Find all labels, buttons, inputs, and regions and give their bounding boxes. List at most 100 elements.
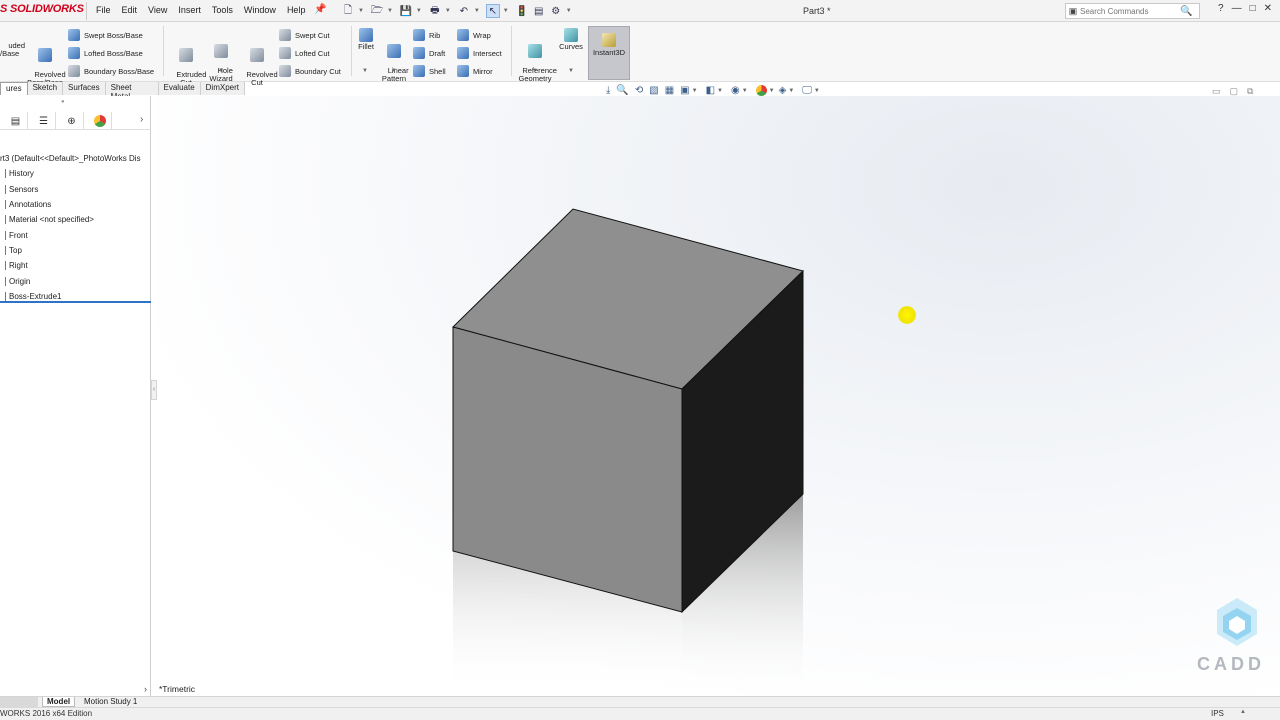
boundary-cut-button[interactable]: Boundary Cut: [279, 65, 341, 77]
cube-model[interactable]: [157, 96, 1280, 696]
shell-button[interactable]: Shell: [413, 65, 446, 77]
display-style-dropdown-icon[interactable]: ▼: [717, 88, 723, 94]
tab-evaluate[interactable]: Evaluate: [158, 82, 201, 95]
menu-insert[interactable]: Insert: [178, 5, 201, 17]
expand-arrow-icon[interactable]: ›: [144, 684, 147, 694]
undo-icon[interactable]: ↶: [457, 4, 471, 18]
menu-window[interactable]: Window: [244, 5, 276, 17]
rib-button[interactable]: Rib: [413, 29, 440, 41]
edit-appearance-icon[interactable]: [755, 85, 767, 96]
panel-splitter-icon[interactable]: ●: [61, 99, 65, 105]
tab-features[interactable]: ures: [0, 82, 28, 95]
zoom-to-fit-icon[interactable]: ⤓: [606, 85, 610, 96]
fillet-button[interactable]: Fillet: [354, 28, 378, 51]
mirror-button[interactable]: Mirror: [457, 65, 493, 77]
lofted-cut-button[interactable]: Lofted Cut: [279, 47, 330, 59]
open-folder-icon[interactable]: 🗁: [370, 4, 384, 18]
dynamic-annotation-icon[interactable]: ▦: [665, 85, 674, 96]
tree-item-sensors[interactable]: Sensors: [0, 182, 151, 197]
open-dropdown-icon[interactable]: ▼: [387, 8, 393, 14]
wrap-button[interactable]: Wrap: [457, 29, 491, 41]
rollback-bar[interactable]: [0, 301, 151, 303]
linear-pattern-dropdown-icon[interactable]: ▼: [391, 68, 397, 74]
tab-surfaces[interactable]: Surfaces: [63, 82, 106, 95]
property-manager-tab-icon[interactable]: ☰: [32, 112, 56, 130]
viewport-restore-icon[interactable]: ▢: [1230, 86, 1239, 97]
tabs-more-icon[interactable]: ›: [140, 114, 143, 125]
menu-view[interactable]: View: [148, 5, 167, 17]
select-dropdown-icon[interactable]: ▼: [503, 8, 509, 14]
instant3d-button[interactable]: Instant3D: [588, 26, 630, 80]
print-dropdown-icon[interactable]: ▼: [445, 8, 451, 14]
draft-button[interactable]: Draft: [413, 47, 445, 59]
boundary-boss-button[interactable]: Boundary Boss/Base: [68, 65, 154, 77]
view-settings-dropdown-icon[interactable]: ▼: [814, 88, 820, 94]
curves-button[interactable]: Curves: [556, 28, 586, 51]
configuration-manager-tab-icon[interactable]: ⊕: [60, 112, 84, 130]
curves-dropdown-icon[interactable]: ▼: [568, 68, 574, 74]
appearance-dropdown-icon[interactable]: ▼: [769, 88, 775, 94]
swept-boss-button[interactable]: Swept Boss/Base: [68, 29, 143, 41]
select-pointer-icon[interactable]: ↖: [485, 4, 500, 18]
graphics-area[interactable]: *Trimetric CADD: [157, 96, 1280, 696]
view-settings-icon[interactable]: 🖵: [802, 85, 812, 96]
apply-scene-icon[interactable]: ◈: [779, 85, 787, 96]
hole-wizard-dropdown-icon[interactable]: ▼: [218, 68, 224, 74]
display-style-icon[interactable]: ◧: [706, 85, 715, 96]
tree-root-part[interactable]: rt3 (Default<<Default>_PhotoWorks Dis: [0, 151, 151, 166]
tree-item-top-plane[interactable]: Top: [0, 243, 151, 258]
tab-sketch[interactable]: Sketch: [27, 82, 64, 95]
feature-tree-tab-icon[interactable]: ▤: [4, 112, 28, 130]
menu-help[interactable]: Help: [287, 5, 306, 17]
new-dropdown-icon[interactable]: ▼: [358, 8, 364, 14]
display-manager-tab-icon[interactable]: [88, 112, 112, 130]
section-view-icon[interactable]: ▧: [649, 85, 658, 96]
restore-icon[interactable]: □: [1250, 3, 1256, 14]
previous-view-icon[interactable]: ⟲: [635, 85, 643, 96]
tree-item-origin[interactable]: Origin: [0, 273, 151, 288]
solidworks-logo[interactable]: S SOLIDWORKS: [0, 3, 84, 19]
fillet-dropdown-icon[interactable]: ▼: [362, 68, 368, 74]
view-orientation-icon[interactable]: ▣: [680, 85, 689, 96]
options-dropdown-icon[interactable]: ▼: [566, 8, 572, 14]
unit-system-dropdown-icon[interactable]: ▲: [1240, 709, 1246, 715]
extruded-boss-button[interactable]: uded /Base: [0, 34, 25, 66]
search-input[interactable]: [1080, 6, 1180, 16]
intersect-button[interactable]: Intersect: [457, 47, 502, 59]
tree-item-front-plane[interactable]: Front: [0, 227, 151, 242]
undo-dropdown-icon[interactable]: ▼: [474, 8, 480, 14]
new-document-icon[interactable]: 🗋: [341, 4, 355, 18]
save-dropdown-icon[interactable]: ▼: [416, 8, 422, 14]
menu-file[interactable]: File: [96, 5, 111, 17]
unit-system[interactable]: IPS: [1211, 709, 1224, 718]
lofted-boss-button[interactable]: Lofted Boss/Base: [68, 47, 143, 59]
search-commands[interactable]: ▣ 🔍: [1065, 3, 1200, 19]
tree-item-material[interactable]: Material <not specified>: [0, 212, 151, 227]
options-gear-icon[interactable]: ⚙: [549, 4, 563, 18]
viewport-maximize-icon[interactable]: ⧉: [1247, 86, 1253, 97]
hide-show-items-icon[interactable]: ◉: [731, 85, 740, 96]
tree-item-annotations[interactable]: Annotations: [0, 197, 151, 212]
tab-dimxpert[interactable]: DimXpert: [200, 82, 245, 95]
close-icon[interactable]: ✕: [1264, 3, 1272, 14]
tab-sheet-metal[interactable]: Sheet Metal: [105, 82, 159, 101]
file-properties-icon[interactable]: ▤: [532, 4, 546, 18]
search-scope-icon[interactable]: ▣: [1066, 6, 1080, 17]
print-icon[interactable]: 🖶: [428, 4, 442, 18]
swept-cut-button[interactable]: Swept Cut: [279, 29, 330, 41]
viewport-split-icon[interactable]: ▭: [1212, 86, 1221, 97]
save-icon[interactable]: 💾: [399, 4, 413, 18]
tree-item-right-plane[interactable]: Right: [0, 258, 151, 273]
search-icon[interactable]: 🔍: [1180, 6, 1192, 17]
tree-item-history[interactable]: History: [0, 166, 151, 181]
view-orientation-dropdown-icon[interactable]: ▼: [692, 88, 698, 94]
tab-model[interactable]: Model: [42, 697, 76, 707]
pin-menu-icon[interactable]: 📌: [314, 4, 326, 15]
menu-edit[interactable]: Edit: [122, 5, 138, 17]
reference-geometry-dropdown-icon[interactable]: ▼: [532, 68, 538, 74]
hide-show-dropdown-icon[interactable]: ▼: [742, 88, 748, 94]
menu-tools[interactable]: Tools: [212, 5, 233, 17]
rebuild-icon[interactable]: 🚦: [515, 4, 529, 18]
reference-geometry-button[interactable]: Reference Geometry: [514, 28, 557, 91]
help-icon[interactable]: ?: [1218, 3, 1224, 14]
